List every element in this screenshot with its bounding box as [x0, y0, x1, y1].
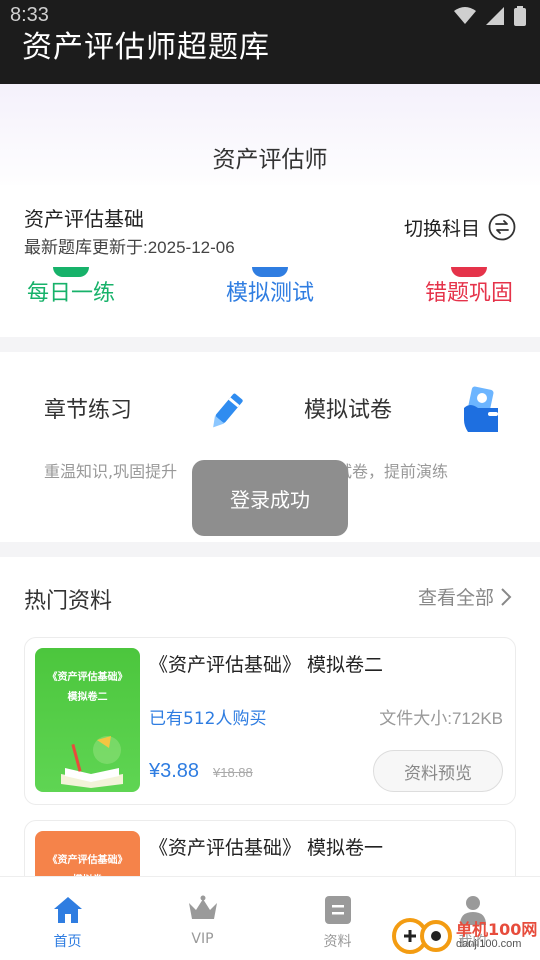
hot-materials-section: 热门资料 查看全部 《资产评估基础》 模拟卷二 《资产评估基础》 模拟卷二 已有… — [0, 557, 540, 960]
mock-test-label: 模拟测试 — [225, 281, 314, 306]
subject-update-date: 最新题库更新于:2025-12-06 — [24, 238, 235, 257]
cover-title: 《资产评估基础》 模拟卷二 — [47, 672, 128, 703]
watermark-text: 单机100网 — [456, 920, 538, 939]
file-size: 文件大小:712KB — [379, 709, 503, 728]
home-icon — [53, 897, 82, 923]
subject-name: 资产评估基础 — [24, 207, 144, 231]
buyer-count: 已有512人购买 — [149, 709, 267, 729]
tab-vip[interactable]: VIP — [135, 877, 270, 960]
tab-materials-label: 资料 — [323, 934, 352, 950]
wifi-icon — [454, 7, 476, 24]
price: ¥3.88 — [149, 760, 200, 782]
toast-message: 登录成功 — [192, 460, 348, 536]
pencil-icon — [213, 393, 243, 428]
daily-practice-icon — [53, 267, 89, 277]
view-all-label: 查看全部 — [417, 587, 494, 609]
book-illustration-icon — [61, 736, 123, 788]
preview-button[interactable]: 资料预览 — [373, 750, 503, 792]
material-title: 《资产评估基础》 模拟卷二 — [149, 654, 384, 676]
mock-test-button[interactable]: 模拟测试 — [190, 267, 350, 307]
app-title: 资产评估师超题库 — [22, 30, 270, 65]
watermark-icon — [392, 918, 452, 954]
document-icon — [324, 896, 351, 924]
switch-subject-label: 切换科目 — [403, 217, 480, 240]
chapter-practice-entry[interactable]: 章节练习 重温知识,巩固提升 — [44, 392, 177, 481]
tab-home[interactable]: 首页 — [0, 877, 135, 960]
exam-paper-icon — [464, 386, 498, 432]
daily-practice-label: 每日一练 — [26, 281, 115, 306]
crown-icon — [188, 895, 217, 919]
material-title: 《资产评估基础》 模拟卷一 — [149, 837, 384, 859]
material-cover: 《资产评估基础》 模拟卷二 — [35, 648, 140, 792]
wrong-questions-button[interactable]: 错题巩固 — [389, 267, 540, 307]
status-icons — [454, 6, 526, 26]
tab-home-label: 首页 — [53, 934, 82, 950]
watermark-logo: 单机100网 danji100.com — [392, 914, 540, 958]
material-item[interactable]: 《资产评估基础》 模拟卷二 《资产评估基础》 模拟卷二 已有512人购买 文件大… — [24, 637, 516, 805]
daily-practice-button[interactable]: 每日一练 — [0, 267, 151, 307]
signal-icon — [486, 7, 504, 25]
tab-materials[interactable]: 资料 — [270, 877, 405, 960]
exam-title: 资产评估师 — [212, 147, 328, 173]
mock-test-icon — [252, 267, 288, 277]
mock-paper-entry[interactable]: 模拟试卷 仿真试卷，提前演练 — [304, 392, 448, 481]
original-price: ¥18.88 — [213, 765, 253, 780]
app-header: 8:33 资产评估师超题库 — [0, 0, 540, 84]
section-title: 热门资料 — [24, 589, 113, 614]
swap-icon — [488, 213, 516, 241]
view-all-link[interactable]: 查看全部 — [418, 583, 512, 610]
battery-icon — [514, 6, 526, 26]
chapter-practice-title: 章节练习 — [44, 398, 133, 423]
mock-paper-title: 模拟试卷 — [304, 398, 393, 423]
wrong-questions-label: 错题巩固 — [424, 281, 513, 306]
watermark-url: danji100.com — [456, 938, 522, 950]
subject-card: 资产评估基础 最新题库更新于:2025-12-06 切换科目 每日一练 模拟测试… — [0, 185, 540, 337]
hero-banner: 资产评估师 — [0, 84, 540, 194]
tab-vip-label: VIP — [191, 931, 214, 947]
switch-subject-button[interactable]: 切换科目 — [404, 213, 516, 241]
chapter-practice-subtitle: 重温知识,巩固提升 — [44, 462, 178, 481]
chevron-right-icon — [501, 587, 512, 606]
wrong-questions-icon — [451, 267, 487, 277]
